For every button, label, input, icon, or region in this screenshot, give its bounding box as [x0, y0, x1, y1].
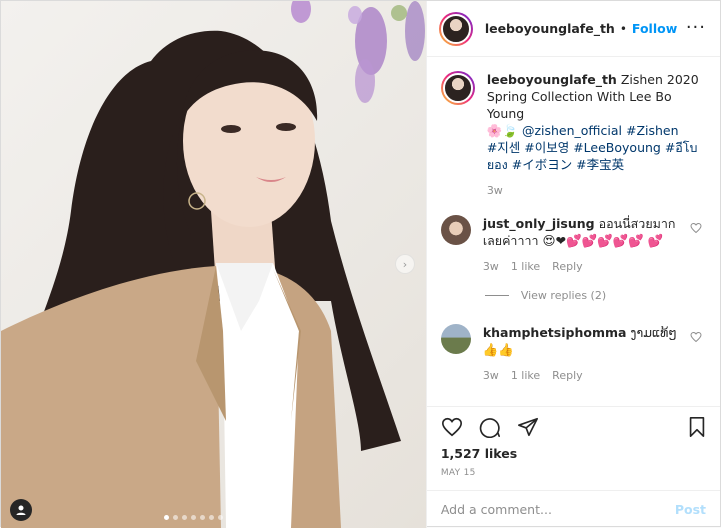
comment-item: just_only_jisung ออนนี่สวยมาก เลยค่าาาา … — [440, 215, 706, 275]
more-options-icon[interactable]: ··· — [686, 17, 706, 38]
comment-username[interactable]: just_only_jisung — [483, 216, 595, 231]
carousel-dot — [200, 515, 205, 520]
like-comment-heart-icon[interactable] — [690, 222, 702, 234]
chevron-right-icon: › — [402, 257, 408, 271]
add-comment-bar: Post — [426, 490, 720, 528]
tagged-users-button[interactable] — [10, 499, 32, 521]
bookmark-icon[interactable] — [686, 416, 708, 438]
carousel-dot — [173, 515, 178, 520]
comment-body: khamphetsiphomma ງາມແທ້ໆ 👍👍 3w 1 like Re… — [483, 324, 688, 384]
post-date[interactable]: MAY 15 — [427, 464, 720, 490]
post-comment-button[interactable]: Post — [675, 502, 706, 517]
comment-username[interactable]: khamphetsiphomma — [483, 325, 627, 340]
separator-dot: • — [619, 21, 627, 36]
caption-time[interactable]: 3w — [487, 182, 503, 199]
caption-avatar[interactable] — [440, 71, 475, 105]
view-replies-label: View replies (2) — [520, 289, 607, 302]
caption-mention[interactable]: @zishen_official — [522, 123, 622, 138]
caption-hashtags-line2[interactable]: #지센 #이보영 #LeeBoyoung #อีโบ — [487, 139, 706, 156]
comment-meta: 3w 1 like Reply — [483, 367, 688, 384]
comment-likes[interactable]: 1 like — [511, 367, 540, 384]
follow-button[interactable]: Follow — [632, 21, 677, 36]
comment-avatar[interactable] — [440, 324, 471, 354]
carousel-dots — [164, 515, 232, 520]
comment-likes[interactable]: 1 like — [511, 258, 540, 275]
carousel-dot — [218, 515, 223, 520]
post-header: leeboyounglafe_th • Follow ··· — [426, 1, 720, 57]
post-media[interactable]: › — [1, 1, 426, 528]
heart-icon[interactable] — [441, 416, 463, 438]
caption-meta: 3w — [487, 182, 706, 199]
caption-username[interactable]: leeboyounglafe_th — [487, 72, 617, 87]
like-comment-heart-icon[interactable] — [690, 331, 702, 343]
carousel-dot — [191, 515, 196, 520]
action-bar — [426, 406, 720, 446]
comment-meta: 3w 1 like Reply — [483, 258, 688, 275]
reply-button[interactable]: Reply — [552, 367, 582, 384]
caption-hashtags-line3[interactable]: ยอง #イボヨン #李宝英 — [487, 156, 706, 173]
caption: leeboyounglafe_th Zishen 2020 Spring Col… — [440, 71, 706, 199]
avatar[interactable] — [438, 11, 473, 46]
comment-time[interactable]: 3w — [483, 367, 499, 384]
comment-item: khamphetsiphomma ງາມແທ້ໆ 👍👍 3w 1 like Re… — [440, 324, 706, 384]
share-icon[interactable] — [517, 416, 539, 438]
comment-icon[interactable] — [479, 416, 501, 438]
caption-text-line2: Spring Collection With Lee Bo Young — [486, 89, 672, 121]
caption-hashtags-line1[interactable]: #Zishen — [626, 123, 679, 138]
comment-body: just_only_jisung ออนนี่สวยมาก เลยค่าาาา … — [483, 215, 688, 275]
carousel-dot — [227, 515, 232, 520]
carousel-dot — [209, 515, 214, 520]
comment-time[interactable]: 3w — [483, 258, 499, 275]
comments-section: leeboyounglafe_th Zishen 2020 Spring Col… — [427, 57, 720, 406]
instagram-post-modal: › leeboyounglafe_th • Follow ··· leeboyo… — [0, 0, 721, 528]
carousel-next-button[interactable]: › — [395, 254, 415, 274]
reply-button[interactable]: Reply — [552, 258, 582, 275]
likes-count[interactable]: 1,527 likes — [427, 446, 720, 464]
caption-body: leeboyounglafe_th Zishen 2020 Spring Col… — [487, 71, 706, 199]
header-username[interactable]: leeboyounglafe_th — [485, 21, 615, 36]
user-icon — [16, 505, 26, 515]
carousel-dot — [182, 515, 187, 520]
comment-avatar[interactable] — [440, 215, 471, 245]
caption-emojis: 🌸🍃 — [486, 123, 518, 138]
caption-text-line1: Zishen 2020 — [620, 72, 699, 87]
comment-input[interactable] — [440, 502, 675, 517]
post-photo — [1, 1, 425, 528]
post-sidebar: leeboyounglafe_th • Follow ··· leeboyoun… — [425, 1, 720, 528]
carousel-dot-active — [164, 515, 169, 520]
view-replies-button[interactable]: View replies (2) — [484, 289, 706, 302]
